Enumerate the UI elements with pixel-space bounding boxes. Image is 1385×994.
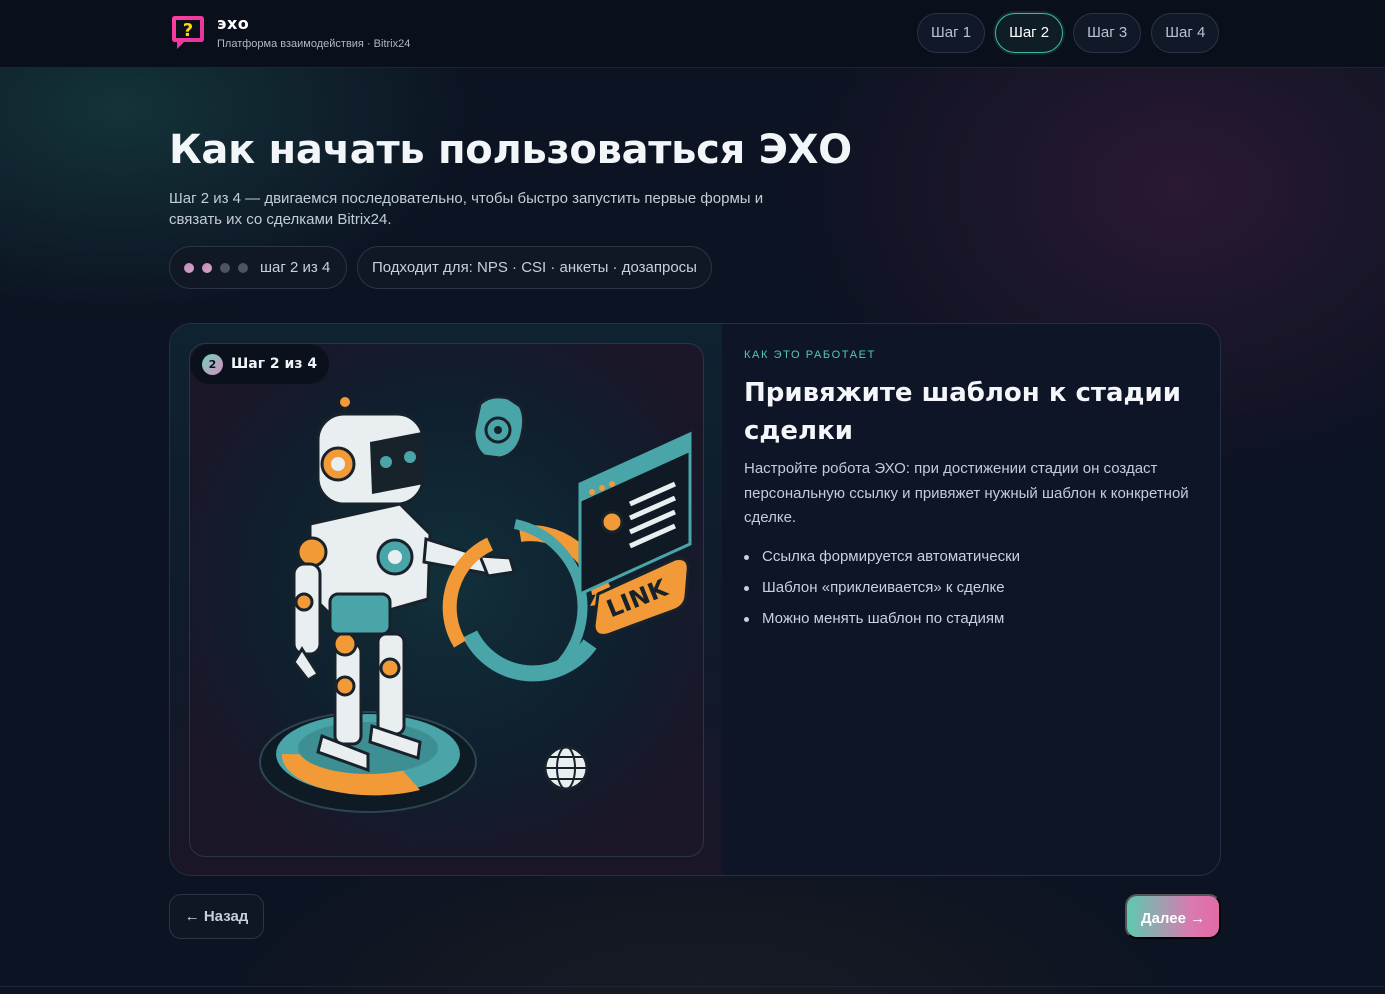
progress-pill: шаг 2 из 4 — [169, 246, 347, 289]
list-item: Ссылка формируется автоматически — [744, 546, 1020, 577]
tab-step-4[interactable]: Шаг 4 — [1151, 13, 1220, 53]
page-description: Шаг 2 из 4 — двигаемся последовательно, … — [169, 190, 764, 228]
next-button[interactable]: Далее → — [1125, 894, 1221, 939]
list-item: Шаблон «приклеивается» к сделке — [744, 577, 1020, 608]
tab-step-1[interactable]: Шаг 1 — [917, 13, 986, 53]
progress-label: шаг 2 из 4 — [260, 259, 331, 276]
question-bubble-icon[interactable]: ? — [169, 13, 207, 51]
list-item: Можно менять шаблон по стадиям — [744, 608, 1020, 639]
tab-step-3[interactable]: Шаг 3 — [1073, 13, 1142, 53]
brand-name: эхо — [217, 14, 250, 33]
robot-illustration: LINK — [259, 395, 692, 813]
step-badge-number: 2 — [202, 353, 223, 375]
illustration-panel: LINK 2 Шаг 2 из 4 — [170, 324, 722, 875]
step-description: Настройте робота ЭХО: при достижении ста… — [744, 460, 1189, 526]
step-card: LINK 2 Шаг 2 из 4 КАК ЭТО РАБОТАЕТ Привя… — [169, 323, 1221, 876]
illustration-frame: LINK 2 Шаг 2 из 4 — [189, 343, 704, 857]
svg-text:?: ? — [183, 20, 193, 41]
footer-divider — [0, 986, 1385, 987]
section-kicker: КАК ЭТО РАБОТАЕТ — [744, 349, 876, 361]
progress-dot-1 — [184, 262, 194, 273]
tab-step-2[interactable]: Шаг 2 — [995, 13, 1064, 53]
page-title: Как начать пользоваться ЭХО — [169, 127, 852, 173]
step-badge-label: Шаг 2 из 4 — [231, 356, 318, 372]
brand-subtitle: Платформа взаимодействия · Bitrix24 — [217, 38, 411, 50]
progress-dot-2 — [202, 262, 212, 273]
suits-pill: Подходит для: NPS · CSI · анкеты · дозап… — [357, 246, 712, 289]
step-title: Привяжите шаблон к стадии сделки — [744, 378, 1181, 446]
top-bar: ? эхо Платформа взаимодействия · Bitrix2… — [0, 0, 1385, 68]
step-badge: 2 Шаг 2 из 4 — [190, 344, 330, 384]
feature-list: Ссылка формируется автоматически Шаблон … — [744, 546, 1020, 639]
progress-dot-3 — [220, 262, 230, 273]
step-tabs: Шаг 1 Шаг 2 Шаг 3 Шаг 4 — [917, 13, 1220, 53]
progress-dot-4 — [238, 262, 248, 273]
progress-dots — [184, 262, 248, 273]
back-button[interactable]: ← Назад — [169, 894, 264, 939]
